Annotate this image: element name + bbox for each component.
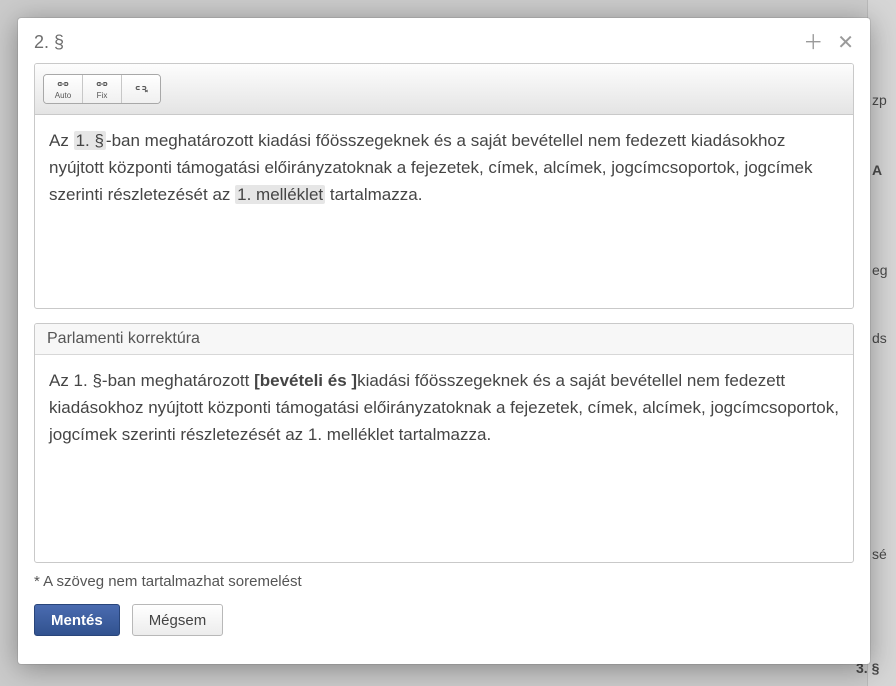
linked-reference[interactable]: 1. melléklet (235, 185, 325, 204)
edit-dialog: 2. § ＋ ✕ Auto Fix (18, 18, 870, 664)
inserted-text: [bevételi és ] (254, 371, 357, 390)
tb-label: Auto (55, 91, 71, 100)
dialog-title: 2. § (34, 32, 64, 53)
linked-reference[interactable]: 1. § (74, 131, 106, 150)
correction-panel: Parlamenti korrektúra Az 1. §-ban meghat… (34, 323, 854, 563)
link-icon (55, 79, 71, 91)
link-fix-button[interactable]: Fix (83, 75, 122, 103)
cancel-button[interactable]: Mégsem (132, 604, 224, 636)
correction-header: Parlamenti korrektúra (35, 324, 853, 355)
link-icon (94, 79, 110, 91)
add-icon[interactable]: ＋ (803, 33, 823, 53)
editor-toolbar: Auto Fix (35, 64, 853, 115)
link-remove-button[interactable] (122, 75, 160, 103)
text: tartalmazza. (325, 185, 422, 204)
close-icon[interactable]: ✕ (837, 33, 854, 53)
text: Az 1. §-ban meghatározott (49, 371, 254, 390)
editor-text-area[interactable]: Az 1. §-ban meghatározott kiadási főössz… (35, 115, 853, 308)
editor-panel: Auto Fix Az 1. §-ban meghatározott kiadá… (34, 63, 854, 309)
text: -ban meghatározott kiadási főösszegeknek… (49, 131, 812, 204)
link-auto-button[interactable]: Auto (44, 75, 83, 103)
tb-label: Fix (97, 91, 108, 100)
unlink-icon (133, 83, 149, 95)
text: Az (49, 131, 74, 150)
help-note: * A szöveg nem tartalmazhat soremelést (34, 573, 854, 590)
dialog-actions: Mentés Mégsem (34, 604, 854, 636)
correction-text: Az 1. §-ban meghatározott [bevételi és ]… (35, 355, 853, 562)
save-button[interactable]: Mentés (34, 604, 120, 636)
